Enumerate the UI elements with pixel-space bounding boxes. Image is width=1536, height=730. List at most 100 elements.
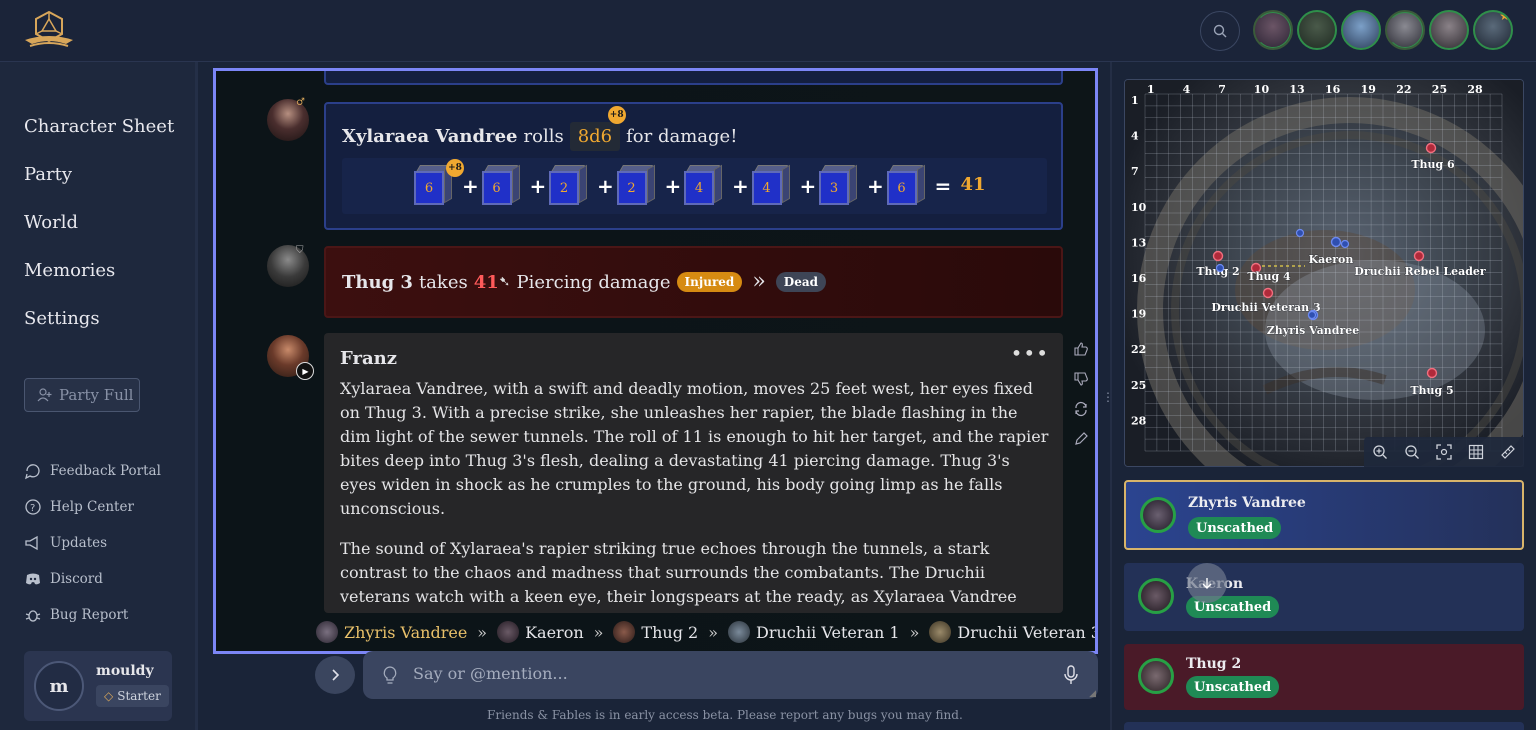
roll-suffix: for damage! (626, 126, 738, 147)
chevron-right-icon: » (477, 622, 488, 642)
die-result: 2 (549, 164, 587, 205)
resize-grip-icon[interactable]: ◢ (1089, 689, 1096, 699)
user-card[interactable]: m mouldy ◇ Starter (24, 651, 172, 721)
roll-message: Xylaraea Vandree rolls 8d6 +8 for damage… (324, 102, 1063, 230)
edit-icon[interactable] (1073, 431, 1089, 447)
search-button[interactable] (1200, 11, 1240, 51)
party-avatar[interactable] (1297, 10, 1337, 50)
turn-card-name: Zhyris Vandree (1188, 495, 1306, 511)
avatar (316, 621, 338, 643)
discord-link[interactable]: Discord (24, 570, 103, 588)
grid-icon[interactable] (1468, 444, 1484, 460)
map-row-label: 28 (1131, 414, 1147, 427)
plus-sign: + (732, 174, 749, 198)
turn-order-entry[interactable]: Zhyris Vandree (316, 621, 467, 643)
turn-order-name: Thug 2 (641, 622, 699, 642)
die-result: 4 (684, 164, 722, 205)
map-column-label: 4 (1183, 83, 1191, 96)
bug-report-link[interactable]: Bug Report (24, 606, 128, 624)
ruler-icon[interactable] (1500, 444, 1516, 460)
scroll-down-button[interactable] (1187, 563, 1227, 603)
party-avatar[interactable] (1385, 10, 1425, 50)
turn-order-name: Zhyris Vandree (344, 622, 468, 642)
map-token[interactable] (1330, 236, 1342, 248)
avatar (1138, 578, 1174, 614)
nav-party[interactable]: Party (24, 164, 72, 185)
turn-order-name: Druchii Veteran 1 (756, 622, 900, 642)
party-avatar[interactable]: ★ (1473, 10, 1513, 50)
map-column-label: 7 (1218, 83, 1226, 96)
status-badge: Unscathed (1188, 517, 1282, 539)
focus-icon[interactable] (1436, 444, 1452, 460)
dice-expression[interactable]: 8d6 +8 (569, 106, 626, 151)
die-face: 6 (886, 171, 917, 205)
zoom-out-icon[interactable] (1404, 444, 1420, 460)
party-avatar[interactable] (1341, 10, 1381, 50)
turn-card[interactable] (1124, 722, 1524, 730)
map-token[interactable] (1413, 250, 1425, 262)
drag-handle-icon[interactable]: ⋮ (1102, 390, 1114, 404)
nav-character-sheet[interactable]: Character Sheet (24, 116, 174, 137)
party-full-button[interactable]: Party Full (24, 378, 140, 412)
nav-memories[interactable]: Memories (24, 260, 115, 281)
turn-order-entry[interactable]: Kaeron (497, 621, 584, 643)
star-icon: ★ (1499, 10, 1510, 23)
map-column-label: 13 (1289, 83, 1304, 96)
roll-verb: rolls (523, 126, 564, 147)
chevron-right-icon: » (708, 622, 719, 642)
damage-verb: takes (418, 271, 468, 293)
feedback-portal-link[interactable]: Feedback Portal (24, 462, 161, 480)
turn-order-entry[interactable]: Thug 2 (613, 621, 698, 643)
nav-settings[interactable]: Settings (24, 308, 100, 329)
gender-icon: ♂ (296, 97, 305, 108)
narration-paragraph: Xylaraea Vandree, with a swift and deadl… (340, 379, 1049, 518)
message-input[interactable] (413, 664, 1043, 683)
play-audio-button[interactable]: ▶ (296, 362, 314, 380)
battle-map[interactable]: 1 4 7 10 13 16 19 22 25 28 1 4 7 10 13 16 19 22 25 28 Thug… (1124, 79, 1524, 467)
expand-actions-button[interactable] (315, 656, 355, 694)
lightbulb-icon[interactable] (381, 665, 399, 685)
party-avatar[interactable] (1253, 10, 1293, 50)
map-token[interactable] (1262, 287, 1274, 299)
map-token[interactable] (1215, 263, 1225, 273)
party-avatar[interactable] (1429, 10, 1469, 50)
zoom-in-icon[interactable] (1372, 444, 1388, 460)
updates-link[interactable]: Updates (24, 534, 107, 552)
microphone-icon[interactable] (1062, 664, 1080, 686)
map-column-label: 28 (1467, 83, 1483, 96)
map-token[interactable] (1426, 367, 1438, 379)
turn-order-entry[interactable]: Druchii Veteran 1 (728, 621, 900, 643)
more-options-icon[interactable]: ••• (1011, 341, 1049, 365)
d20-logo-icon[interactable] (22, 10, 76, 52)
map-token[interactable] (1425, 142, 1437, 154)
thumbs-down-icon[interactable] (1073, 371, 1089, 387)
turn-order-entry[interactable]: Druchii Veteran 3 (929, 621, 1095, 643)
map-token-label: Kaeron (1309, 253, 1354, 266)
regenerate-icon[interactable] (1073, 401, 1089, 417)
map-row-label: 16 (1131, 272, 1147, 285)
map-token[interactable] (1295, 228, 1305, 238)
turn-card[interactable]: Kaeron Unscathed (1124, 563, 1524, 631)
map-column-label: 22 (1396, 83, 1411, 96)
avatar (613, 621, 636, 643)
map-canvas[interactable]: 1 4 7 10 13 16 19 22 25 28 1 4 7 10 13 16 19 22 25 28 Thug… (1125, 80, 1524, 467)
die-face: 3 (819, 171, 849, 205)
turn-card-active[interactable]: Zhyris Vandree Unscathed (1124, 480, 1524, 550)
plus-sign: + (597, 174, 614, 198)
thumbs-up-icon[interactable] (1073, 341, 1089, 357)
top-bar: ★ (0, 0, 1536, 62)
map-token[interactable] (1307, 310, 1317, 320)
shield-icon: ⛉ (296, 245, 304, 256)
nav-world[interactable]: World (24, 212, 78, 233)
damage-amount: 41 (473, 271, 499, 293)
map-token-label: Thug 5 (1410, 384, 1453, 397)
help-center-link[interactable]: ? Help Center (24, 498, 134, 516)
turn-card[interactable]: Thug 2 Unscathed (1124, 644, 1524, 710)
avatar (497, 621, 520, 643)
map-token[interactable] (1212, 250, 1224, 262)
discord-label: Discord (50, 571, 103, 587)
map-token[interactable] (1340, 239, 1350, 249)
piercing-icon: ➷ (498, 274, 511, 290)
map-column-label: 19 (1361, 83, 1376, 96)
map-column-label: 25 (1432, 83, 1447, 96)
